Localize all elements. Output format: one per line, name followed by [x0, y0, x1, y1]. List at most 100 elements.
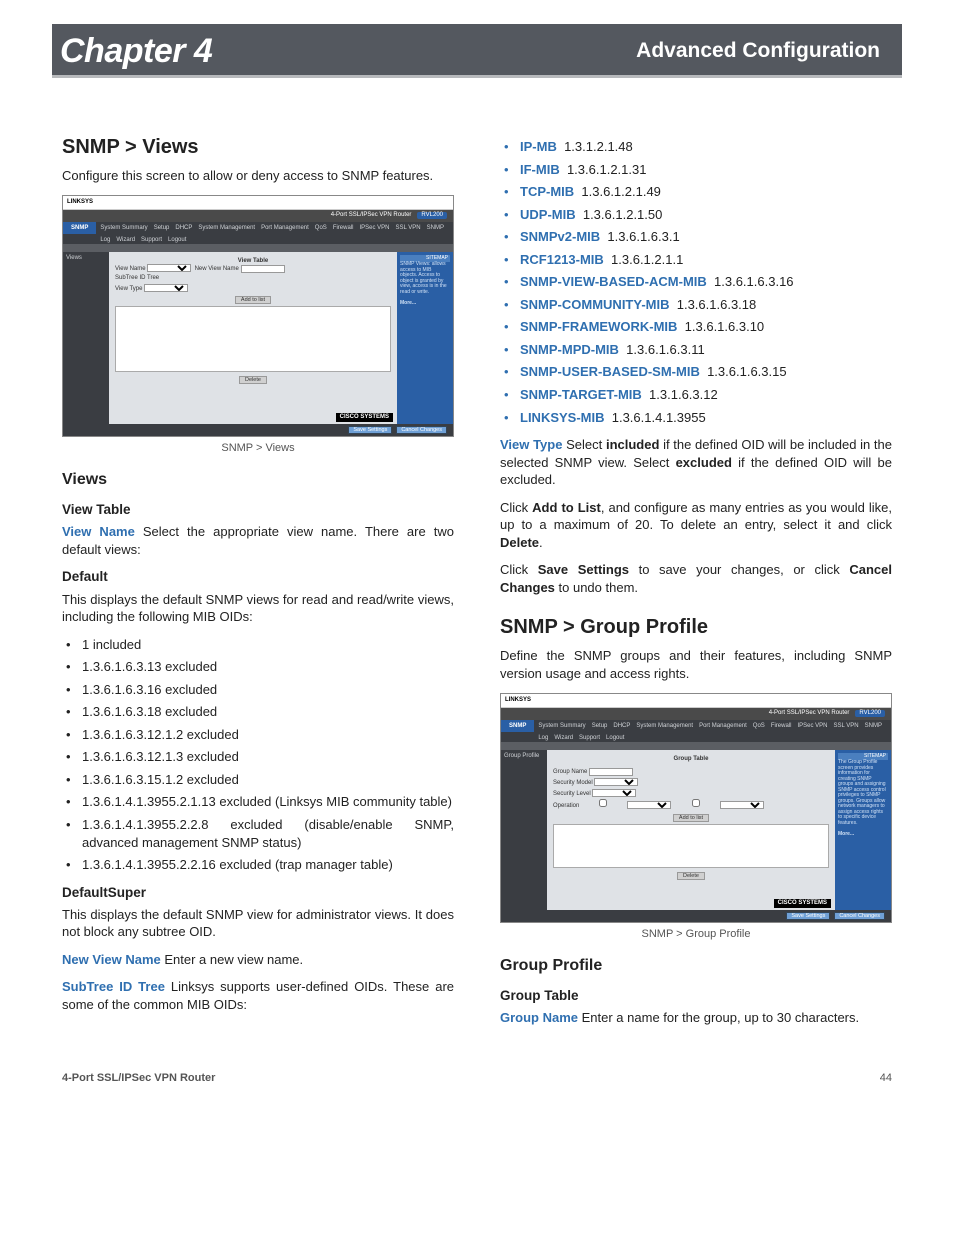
- list-item: SNMP-FRAMEWORK-MIB 1.3.6.1.6.3.10: [500, 318, 892, 336]
- term-view-type: View Type: [500, 437, 562, 452]
- select-write[interactable]: [720, 801, 764, 809]
- page-footer: 4-Port SSL/IPSec VPN Router 44: [62, 1071, 892, 1086]
- list-item: 1.3.6.1.4.1.3955.2.2.8 excluded (disable…: [62, 816, 454, 851]
- list-item: 1.3.6.1.6.3.18 excluded: [62, 703, 454, 721]
- input-group-name[interactable]: [589, 768, 633, 776]
- list-item: SNMP-COMMUNITY-MIB 1.3.6.1.6.3.18: [500, 296, 892, 314]
- btn-save-settings[interactable]: Save Settings: [348, 426, 392, 434]
- btn-cancel-changes[interactable]: Cancel Changes: [834, 912, 885, 920]
- select-sec-level[interactable]: [592, 789, 636, 797]
- model-badge: RVL200: [855, 710, 885, 717]
- sitemap-link[interactable]: SITEMAP: [838, 753, 888, 761]
- figure-snmp-views: LINKSYS 4-Port SSL/IPSec VPN Router RVL20…: [62, 195, 454, 456]
- term-view-name: View Name: [62, 524, 135, 539]
- screenshot-snmp-group: LINKSYS 4-Port SSL/IPSec VPN Router RVL20…: [500, 693, 892, 923]
- para-add-to-list: Click Add to List, and configure as many…: [500, 499, 892, 552]
- input-new-view[interactable]: [241, 265, 285, 273]
- page-header: Chapter 4 Advanced Configuration: [52, 24, 902, 78]
- label-new-view: New View Name: [195, 266, 239, 272]
- chk-read[interactable]: [581, 799, 625, 807]
- btn-add-to-list[interactable]: Add to list: [235, 296, 271, 304]
- side-label-group: Group Profile: [504, 753, 539, 759]
- group-list-box[interactable]: [553, 824, 829, 868]
- para-save-settings: Click Save Settings to save your changes…: [500, 561, 892, 596]
- btn-delete[interactable]: Delete: [239, 376, 267, 384]
- figure-snmp-group: LINKSYS 4-Port SSL/IPSec VPN Router RVL20…: [500, 693, 892, 942]
- list-item: UDP-MIB 1.3.6.1.2.1.50: [500, 206, 892, 224]
- nav-menu[interactable]: System SummarySetupDHCP System Managemen…: [538, 720, 891, 742]
- term-group-name: Group Name: [500, 1010, 578, 1025]
- view-table-title: View Table: [115, 258, 391, 265]
- list-item: 1.3.6.1.6.3.16 excluded: [62, 681, 454, 699]
- btn-cancel-changes[interactable]: Cancel Changes: [396, 426, 447, 434]
- list-item: RCF1213-MIB 1.3.6.1.2.1.1: [500, 251, 892, 269]
- cisco-logo: CISCO SYSTEMS: [774, 899, 831, 908]
- para-view-name: View Name Select the appropriate view na…: [62, 523, 454, 558]
- list-item: SNMP-MPD-MIB 1.3.6.1.6.3.11: [500, 341, 892, 359]
- btn-save-settings[interactable]: Save Settings: [786, 912, 830, 920]
- heading-view-table: View Table: [62, 501, 454, 519]
- term-new-view-name: New View Name: [62, 952, 161, 967]
- select-read[interactable]: [627, 801, 671, 809]
- chk-write[interactable]: [674, 799, 718, 807]
- snmp-views-intro: Configure this screen to allow or deny a…: [62, 167, 454, 185]
- label-view-type: View Type: [115, 286, 142, 292]
- cisco-logo: CISCO SYSTEMS: [336, 413, 393, 422]
- model-badge: RVL200: [417, 212, 447, 219]
- label-group-name: Group Name: [553, 769, 587, 775]
- footer-page-number: 44: [880, 1071, 892, 1086]
- para-new-view-name: New View Name Enter a new view name.: [62, 951, 454, 969]
- nav-tab-snmp[interactable]: SNMP: [63, 222, 96, 235]
- figure-caption-1: SNMP > Views: [62, 441, 454, 456]
- heading-defaultsuper: DefaultSuper: [62, 884, 454, 902]
- label-view-name: View Name: [115, 266, 146, 272]
- heading-group-profile: Group Profile: [500, 955, 892, 977]
- footer-product: 4-Port SSL/IPSec VPN Router: [62, 1071, 215, 1086]
- nav-menu[interactable]: System SummarySetupDHCP System Managemen…: [100, 222, 453, 244]
- logo-text: LINKSYS: [505, 697, 531, 704]
- select-sec-model[interactable]: [594, 778, 638, 786]
- heading-group-table: Group Table: [500, 987, 892, 1005]
- term-subtree: SubTree ID Tree: [62, 979, 165, 994]
- shot-title: 4-Port SSL/IPSec VPN Router: [769, 710, 850, 717]
- screenshot-snmp-views: LINKSYS 4-Port SSL/IPSec VPN Router RVL20…: [62, 195, 454, 437]
- select-view-type[interactable]: [144, 284, 188, 292]
- label-operation: Operation: [553, 803, 579, 809]
- para-default: This displays the default SNMP views for…: [62, 591, 454, 626]
- list-item: IF-MIB 1.3.6.1.2.1.31: [500, 161, 892, 179]
- section-title: Advanced Configuration: [636, 37, 880, 65]
- chapter-title: Chapter 4: [60, 29, 212, 75]
- oid-list-box[interactable]: [115, 306, 391, 372]
- side-label-views: Views: [66, 255, 82, 261]
- heading-snmp-views: SNMP > Views: [62, 134, 454, 161]
- shot-title: 4-Port SSL/IPSec VPN Router: [331, 212, 412, 219]
- default-oids-list: 1 included 1.3.6.1.6.3.13 excluded 1.3.6…: [62, 636, 454, 874]
- list-item: 1.3.6.1.6.3.15.1.2 excluded: [62, 771, 454, 789]
- para-defaultsuper: This displays the default SNMP view for …: [62, 906, 454, 941]
- label-sec-level: Security Level: [553, 791, 591, 797]
- select-view-name[interactable]: [147, 264, 191, 272]
- para-subtree: SubTree ID Tree Linksys supports user-de…: [62, 978, 454, 1013]
- mibs-list: IP-MB 1.3.1.2.1.48 IF-MIB 1.3.6.1.2.1.31…: [500, 138, 892, 426]
- logo-text: LINKSYS: [67, 199, 93, 206]
- list-item: LINKSYS-MIB 1.3.6.1.4.1.3955: [500, 409, 892, 427]
- para-view-type: View Type Select included if the defined…: [500, 436, 892, 489]
- list-item: SNMPv2-MIB 1.3.6.1.6.3.1: [500, 228, 892, 246]
- para-group-name: Group Name Enter a name for the group, u…: [500, 1009, 892, 1027]
- list-item: IP-MB 1.3.1.2.1.48: [500, 138, 892, 156]
- btn-add-to-list[interactable]: Add to list: [673, 814, 709, 822]
- list-item: 1.3.6.1.4.1.3955.2.2.16 excluded (trap m…: [62, 856, 454, 874]
- left-column: SNMP > Views Configure this screen to al…: [62, 134, 454, 1037]
- list-item: SNMP-TARGET-MIB 1.3.1.6.3.12: [500, 386, 892, 404]
- heading-default: Default: [62, 568, 454, 586]
- label-sec-model: Security Model: [553, 780, 593, 786]
- list-item: 1.3.6.1.6.3.13 excluded: [62, 658, 454, 676]
- sitemap-link[interactable]: SITEMAP: [400, 255, 450, 263]
- nav-tab-snmp[interactable]: SNMP: [501, 720, 534, 733]
- label-subtree: SubTree ID Tree: [115, 275, 159, 281]
- list-item: 1.3.6.1.4.1.3955.2.1.13 excluded (Linksy…: [62, 793, 454, 811]
- heading-snmp-group: SNMP > Group Profile: [500, 614, 892, 641]
- list-item: SNMP-USER-BASED-SM-MIB 1.3.6.1.6.3.15: [500, 363, 892, 381]
- list-item: 1 included: [62, 636, 454, 654]
- btn-delete[interactable]: Delete: [677, 872, 705, 880]
